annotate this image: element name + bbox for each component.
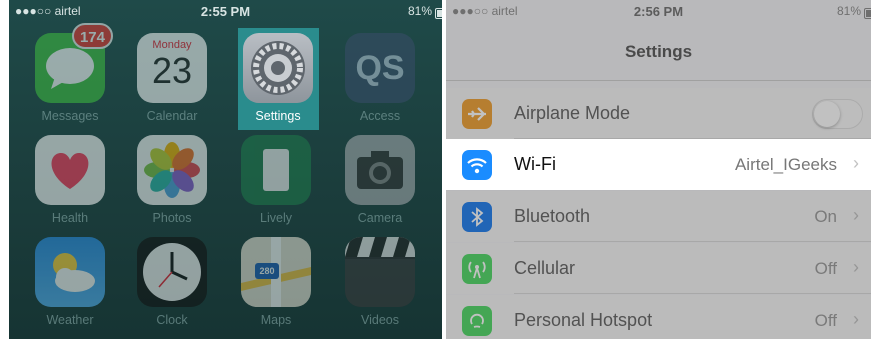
app-label: Camera: [357, 211, 403, 225]
app-clock[interactable]: Clock: [135, 237, 209, 327]
settings-row-bluetooth[interactable]: Bluetooth On ›: [446, 191, 871, 242]
settings-screen: ●●●○○ airtel 2:56 PM 81% Settings Airpla…: [446, 0, 871, 339]
app-label: Lively: [260, 211, 292, 225]
hotspot-icon: [462, 306, 492, 336]
home-screen: ●●●○○ airtel 2:55 PM 81% 174 Messages Mo…: [9, 0, 442, 339]
chevron-right-icon: ›: [853, 153, 859, 173]
chevron-right-icon: ›: [853, 257, 859, 277]
app-camera[interactable]: Camera: [343, 135, 417, 225]
hotspot-status-value: Off: [814, 311, 837, 330]
row-title: Bluetooth: [514, 206, 591, 226]
app-calendar[interactable]: Monday 23 Calendar: [135, 33, 209, 123]
app-label: Photos: [152, 211, 192, 225]
app-weather[interactable]: Weather: [33, 237, 107, 327]
chevron-right-icon: ›: [853, 309, 859, 329]
status-time: 2:56 PM: [633, 4, 684, 19]
row-title: Wi-Fi: [514, 154, 556, 174]
photos-flower-icon: [137, 135, 207, 205]
qs-access-icon: QS: [345, 33, 415, 103]
app-messages[interactable]: 174 Messages: [33, 23, 113, 123]
app-lively[interactable]: Lively: [239, 135, 313, 225]
row-title: Personal Hotspot: [514, 310, 653, 330]
wifi-icon: [462, 150, 492, 180]
videos-clapper-icon: [345, 237, 415, 307]
calendar-icon: Monday 23: [137, 33, 207, 103]
app-label: Settings: [255, 109, 301, 123]
cellular-status-value: Off: [814, 259, 837, 278]
battery-icon: [435, 8, 442, 19]
app-label: Videos: [361, 313, 399, 327]
airplane-icon: [462, 99, 492, 129]
app-label: Clock: [156, 313, 188, 327]
weather-icon: [35, 237, 105, 307]
chevron-right-icon: ›: [853, 205, 859, 225]
notification-badge: 174: [71, 23, 113, 49]
battery-icon: [864, 8, 871, 19]
app-label: Messages: [41, 109, 99, 123]
app-label: Calendar: [146, 109, 198, 123]
app-label: Maps: [260, 313, 292, 327]
clock-icon: [137, 237, 207, 307]
row-title: Cellular: [514, 258, 576, 278]
app-health[interactable]: Health: [33, 135, 107, 225]
app-label: Access: [359, 109, 401, 123]
page-title: Settings: [624, 42, 693, 61]
settings-row-personal-hotspot[interactable]: Personal Hotspot Off ›: [446, 295, 871, 339]
app-photos[interactable]: Photos: [135, 135, 209, 225]
app-videos[interactable]: Videos: [343, 237, 417, 327]
settings-row-cellular[interactable]: Cellular Off ›: [446, 243, 871, 294]
app-label: Weather: [46, 313, 94, 327]
camera-icon: [345, 135, 415, 205]
app-maps[interactable]: 280 Maps: [239, 237, 313, 327]
bluetooth-icon: [462, 202, 492, 232]
bluetooth-status-value: On: [814, 207, 837, 226]
settings-row-wifi[interactable]: Wi-Fi Airtel_IGeeks ›: [446, 139, 871, 190]
app-label: Health: [51, 211, 89, 225]
airplane-mode-toggle[interactable]: [812, 99, 863, 129]
settings-row-airplane-mode[interactable]: Airplane Mode: [446, 88, 871, 139]
wifi-network-value: Airtel_IGeeks: [734, 155, 837, 174]
lively-icon: [241, 135, 311, 205]
health-heart-icon: [35, 135, 105, 205]
row-title: Airplane Mode: [514, 103, 631, 123]
settings-gear-icon: [243, 33, 313, 103]
battery-indicator: 81%: [837, 4, 871, 19]
status-time: 2:55 PM: [200, 4, 251, 19]
status-bar: ●●●○○ airtel 2:55 PM 81%: [9, 0, 442, 22]
maps-icon: 280: [241, 237, 311, 307]
app-settings[interactable]: Settings: [241, 33, 315, 123]
cellular-icon: [462, 254, 492, 284]
battery-indicator: 81%: [408, 4, 442, 19]
status-bar: ●●●○○ airtel 2:56 PM 81%: [446, 0, 871, 22]
app-access[interactable]: QS Access: [343, 33, 417, 123]
